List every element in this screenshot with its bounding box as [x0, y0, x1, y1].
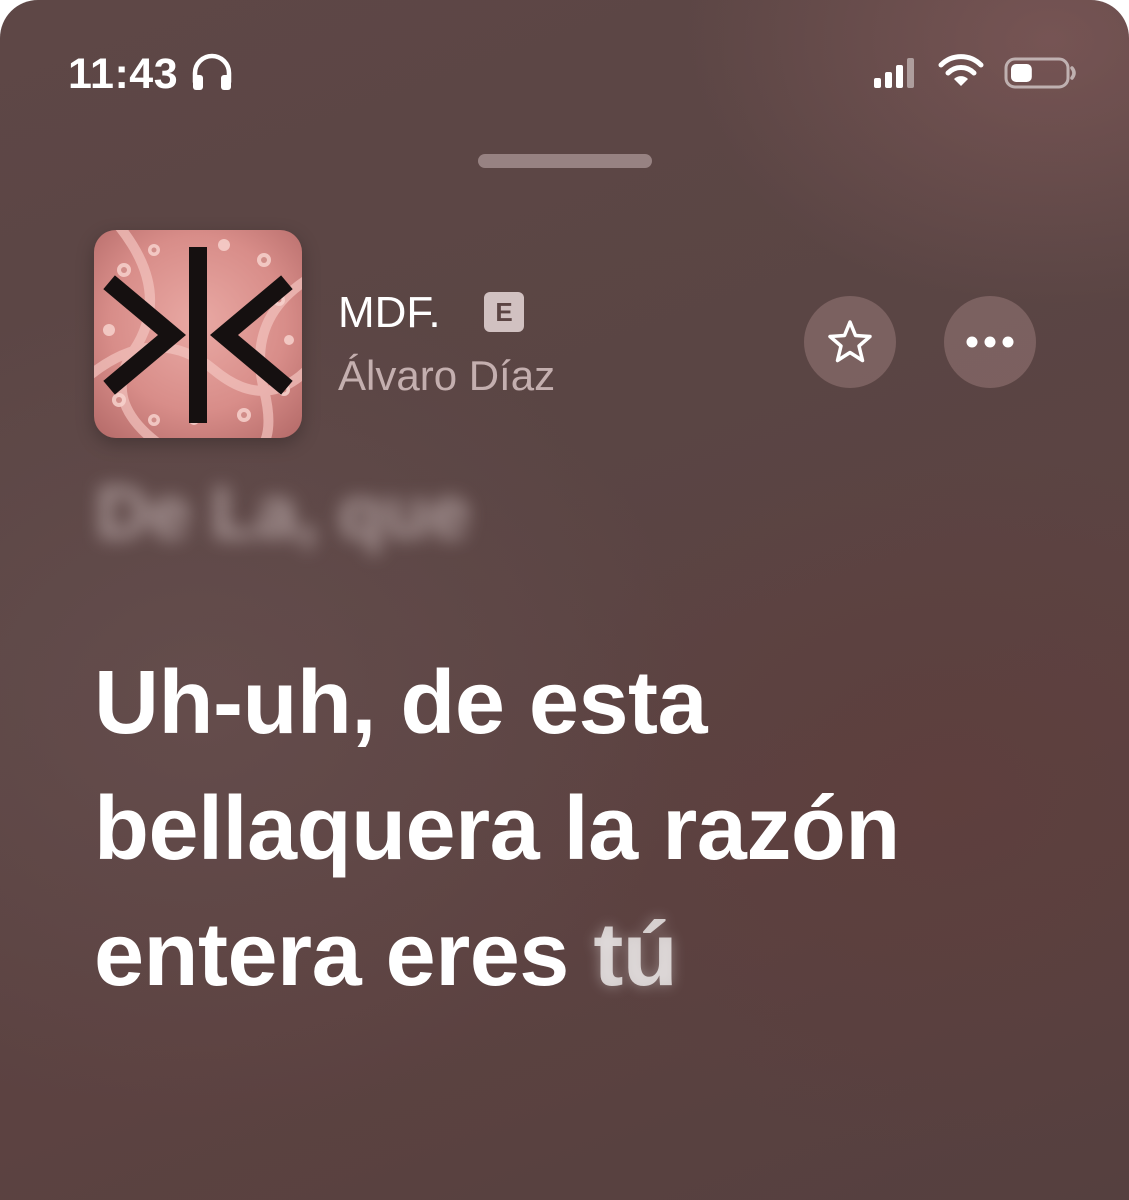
lyric-upcoming-text: tú	[593, 905, 678, 1005]
wifi-icon	[938, 54, 984, 86]
star-outline-icon	[828, 320, 872, 363]
sheet-grabber-handle[interactable]	[478, 154, 652, 168]
more-options-button[interactable]	[944, 296, 1036, 388]
cellular-signal-icon	[874, 58, 914, 88]
previous-lyric-line[interactable]: De La, que	[96, 470, 470, 555]
album-artwork[interactable]	[94, 230, 302, 438]
current-lyric-line[interactable]: Uh-uh, de esta bellaquera la razón enter…	[94, 640, 994, 1018]
favorite-button[interactable]	[804, 296, 896, 388]
ellipsis-icon	[966, 336, 1014, 348]
explicit-badge: E	[484, 292, 524, 332]
album-artwork-image	[94, 230, 302, 438]
lyric-sung-text: Uh-uh, de esta bellaquera la razón enter…	[94, 653, 900, 1005]
artist-name[interactable]: Álvaro Díaz	[338, 352, 555, 400]
song-title[interactable]: MDF.	[338, 288, 441, 338]
headphones-icon	[192, 53, 232, 90]
status-time: 11:43	[68, 50, 179, 98]
now-playing-lyrics-screen: 11:43 MDF. E Álvaro Díaz De La, que Uh-u…	[0, 0, 1129, 1200]
battery-icon	[1004, 57, 1076, 89]
